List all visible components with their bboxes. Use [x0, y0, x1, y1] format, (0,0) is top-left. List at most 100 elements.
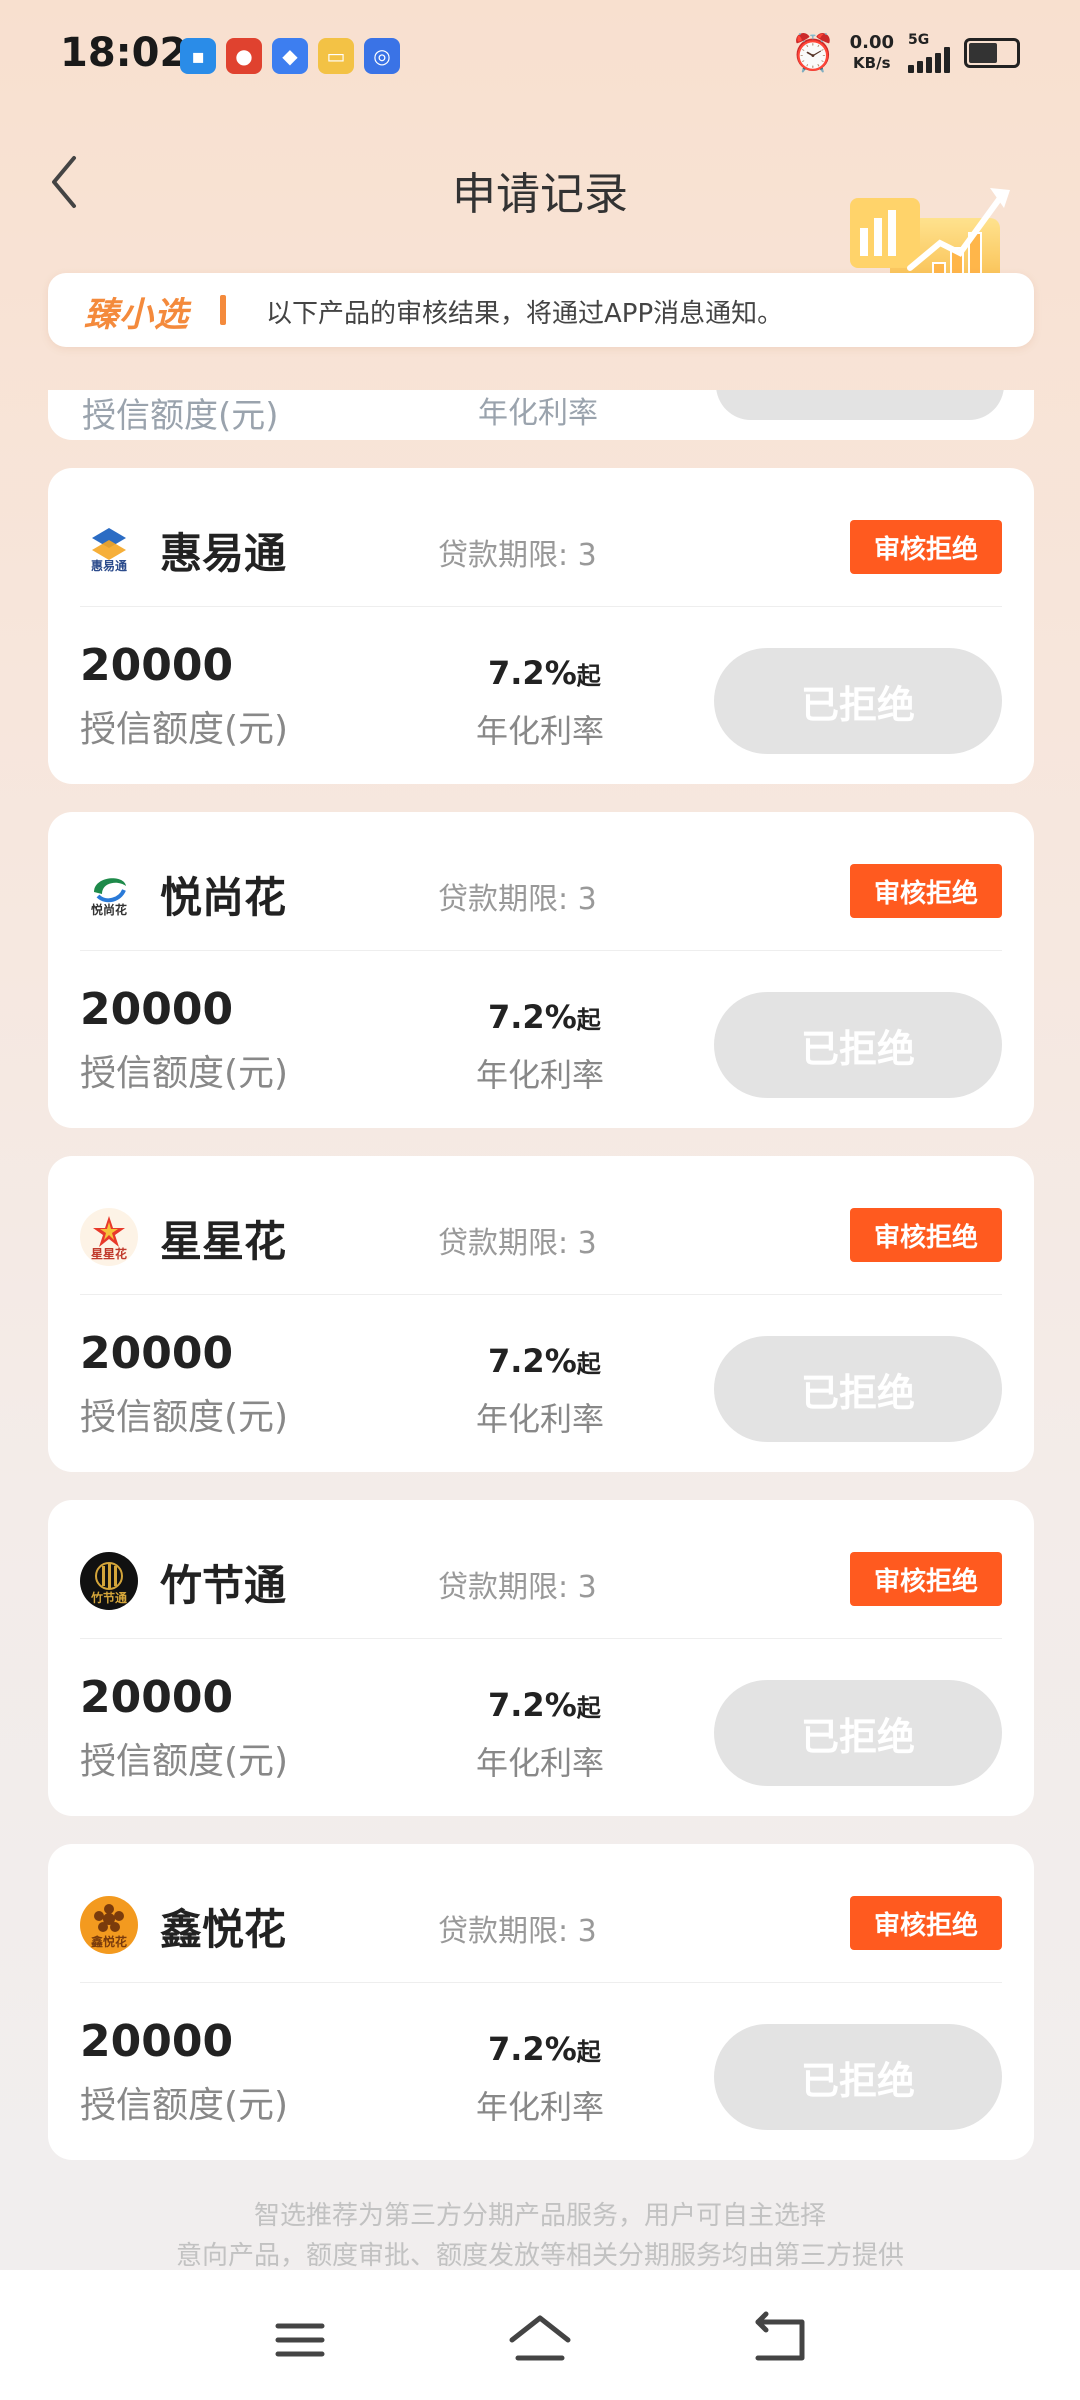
logo-caption: 竹节通 — [90, 1591, 127, 1605]
brand-divider — [220, 295, 226, 325]
product-name: 悦尚花 — [160, 873, 287, 922]
application-card[interactable]: 鑫悦花 鑫悦花 贷款期限: 3 审核拒绝 20000 授信额度(元) 7.2%起… — [48, 1844, 1034, 2160]
logo-caption: 星星花 — [90, 1247, 127, 1261]
return-button[interactable] — [740, 2310, 820, 2370]
product-logo-icon: 鑫悦花 — [80, 1896, 138, 1954]
rate-suffix: 起 — [576, 1006, 601, 1034]
net-speed-unit: KB/s — [853, 54, 891, 72]
loan-term: 贷款期限: 3 — [438, 1914, 597, 1949]
status-badge: 审核拒绝 — [850, 1552, 1002, 1606]
network-speed: 0.00 KB/s — [850, 33, 894, 73]
divider — [80, 950, 1002, 951]
signal-icon: 5G — [908, 33, 950, 73]
product-name: 星星花 — [160, 1217, 287, 1266]
credit-limit-label: 授信额度(元) — [80, 2085, 289, 2126]
application-card[interactable]: 竹节通 竹节通 贷款期限: 3 审核拒绝 20000 授信额度(元) 7.2%起… — [48, 1500, 1034, 1816]
credit-limit-label: 授信额度(元) — [80, 1397, 289, 1438]
status-badge: 审核拒绝 — [850, 864, 1002, 918]
annual-rate: 7.2%起 — [488, 1686, 688, 1724]
credit-limit-label: 授信额度(元) — [80, 1053, 289, 1094]
rejected-button[interactable]: 已拒绝 — [714, 648, 1002, 754]
notice-banner: 臻小选 以下产品的审核结果，将通过APP消息通知。 — [48, 273, 1034, 347]
rejected-button[interactable]: 已拒绝 — [714, 2024, 1002, 2130]
credit-limit-label: 授信额度(元) — [80, 1741, 289, 1782]
loan-term: 贷款期限: 3 — [438, 1570, 597, 1605]
status-time: 18:02 — [60, 30, 188, 76]
credit-limit-label: 授信额度(元) — [82, 396, 279, 436]
credit-amount: 20000 — [80, 2016, 234, 2067]
rate-suffix: 起 — [576, 2038, 601, 2066]
annual-rate: 7.2%起 — [488, 2030, 688, 2068]
disclaimer-line: 智选推荐为第三方分期产品服务，用户可自主选择 — [253, 2201, 826, 2231]
rejected-button — [716, 390, 1004, 420]
status-badge: 审核拒绝 — [850, 1896, 1002, 1950]
product-logo-icon: 星星花 — [80, 1208, 138, 1266]
alarm-icon: ⏰ — [790, 33, 836, 74]
rate-label: 年化利率 — [476, 712, 605, 750]
home-icon — [509, 2315, 571, 2361]
divider — [80, 1638, 1002, 1639]
application-list[interactable]: 授信额度(元) 年化利率 惠易通 惠易通 贷款期限: 3 审核拒绝 20000 … — [0, 390, 1080, 2265]
rate-value: 7.2% — [488, 654, 577, 692]
logo-caption: 鑫悦花 — [90, 1935, 127, 1949]
annual-rate: 7.2%起 — [488, 998, 688, 1036]
rate-value: 7.2% — [488, 1342, 577, 1380]
credit-amount: 20000 — [80, 1672, 234, 1723]
credit-amount: 20000 — [80, 1328, 234, 1379]
rate-label: 年化利率 — [476, 1056, 605, 1094]
net-speed-value: 0.00 — [849, 32, 894, 53]
home-button[interactable] — [500, 2310, 580, 2370]
application-card-partial: 授信额度(元) 年化利率 — [48, 390, 1034, 440]
rate-label: 年化利率 — [476, 1400, 605, 1438]
credit-amount: 20000 — [80, 640, 234, 691]
rate-suffix: 起 — [576, 662, 601, 690]
annual-rate: 7.2%起 — [488, 1342, 688, 1380]
rate-value: 7.2% — [488, 1686, 577, 1724]
credit-amount: 20000 — [80, 984, 234, 1035]
rate-label: 年化利率 — [478, 396, 598, 431]
application-card[interactable]: 惠易通 惠易通 贷款期限: 3 审核拒绝 20000 授信额度(元) 7.2%起… — [48, 468, 1034, 784]
app-notification-icon: ▭ — [318, 38, 354, 74]
product-logo-icon: 惠易通 — [80, 520, 138, 578]
status-bar: 18:02 ▪ ● ◆ ▭ ◎ ⏰ 0.00 KB/s 5G — [0, 0, 1080, 118]
application-card[interactable]: 悦尚花 悦尚花 贷款期限: 3 审核拒绝 20000 授信额度(元) 7.2%起… — [48, 812, 1034, 1128]
app-notification-icon: ● — [226, 38, 262, 74]
divider — [80, 606, 1002, 607]
divider — [80, 1982, 1002, 1983]
menu-button[interactable] — [260, 2310, 340, 2370]
annual-rate: 7.2%起 — [488, 654, 688, 692]
brand-name: 臻小选 — [84, 295, 189, 335]
page-header: 申请记录 — [0, 118, 1080, 342]
notification-icons: ▪ ● ◆ ▭ ◎ — [180, 38, 400, 74]
app-notification-icon: ◎ — [364, 38, 400, 74]
loan-term: 贷款期限: 3 — [438, 538, 597, 573]
rate-suffix: 起 — [576, 1694, 601, 1722]
divider — [80, 1294, 1002, 1295]
rejected-button[interactable]: 已拒绝 — [714, 1336, 1002, 1442]
status-badge: 审核拒绝 — [850, 520, 1002, 574]
rate-value: 7.2% — [488, 998, 577, 1036]
signal-label: 5G — [908, 32, 930, 48]
application-card[interactable]: 星星花 星星花 贷款期限: 3 审核拒绝 20000 授信额度(元) 7.2%起… — [48, 1156, 1034, 1472]
product-logo-icon: 悦尚花 — [80, 864, 138, 922]
rate-value: 7.2% — [488, 2030, 577, 2068]
app-notification-icon: ▪ — [180, 38, 216, 74]
rejected-button[interactable]: 已拒绝 — [714, 992, 1002, 1098]
menu-icon — [275, 2323, 325, 2357]
product-name: 惠易通 — [160, 529, 287, 578]
status-right-group: ⏰ 0.00 KB/s 5G — [791, 32, 1020, 74]
loan-term: 贷款期限: 3 — [438, 1226, 597, 1261]
battery-icon — [964, 38, 1020, 68]
rejected-button[interactable]: 已拒绝 — [714, 1680, 1002, 1786]
logo-caption: 悦尚花 — [90, 903, 127, 917]
disclaimer: 智选推荐为第三方分期产品服务，用户可自主选择 意向产品，额度审批、额度发放等相关… — [0, 2196, 1080, 2276]
rate-label: 年化利率 — [476, 2088, 605, 2126]
product-name: 鑫悦花 — [160, 1905, 287, 1954]
rate-label: 年化利率 — [476, 1744, 605, 1782]
logo-caption: 惠易通 — [90, 559, 127, 573]
rate-suffix: 起 — [576, 1350, 601, 1378]
app-notification-icon: ◆ — [272, 38, 308, 74]
loan-term: 贷款期限: 3 — [438, 882, 597, 917]
return-icon — [755, 2311, 805, 2361]
notice-text: 以下产品的审核结果，将通过APP消息通知。 — [266, 299, 784, 329]
